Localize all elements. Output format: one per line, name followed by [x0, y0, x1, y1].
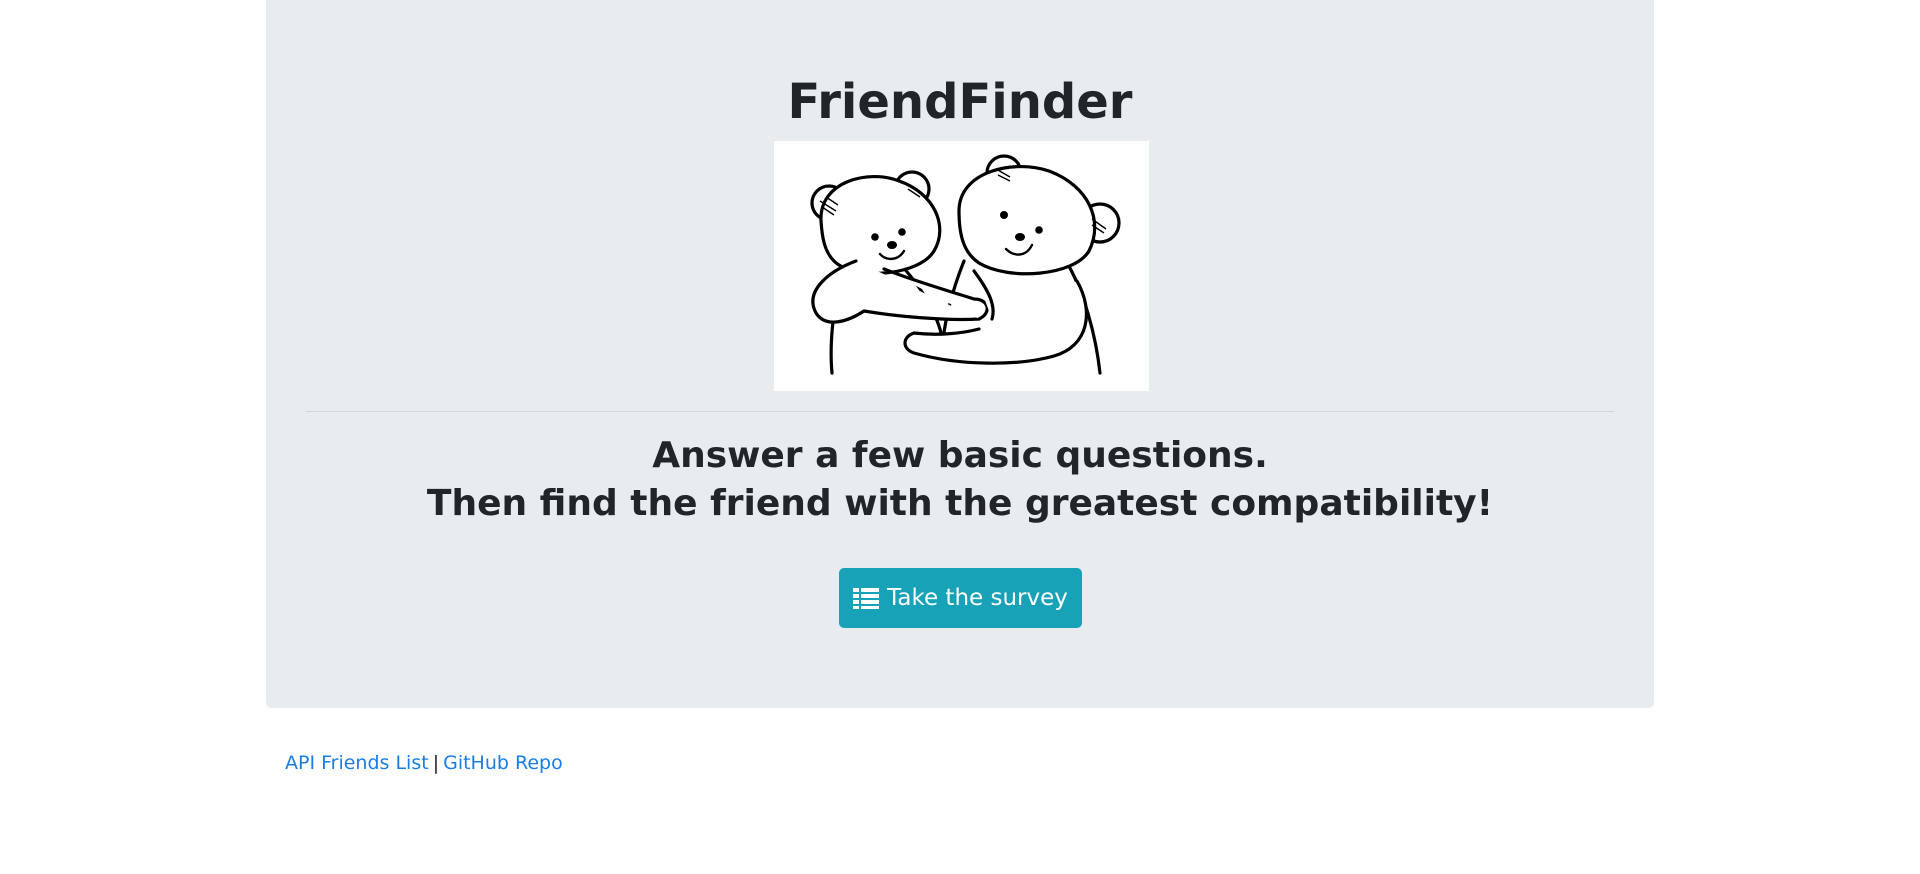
api-friends-list-link[interactable]: API Friends List — [285, 752, 429, 774]
footer-separator: | — [432, 752, 440, 774]
tagline-line-2: Then find the friend with the greatest c… — [426, 483, 1494, 524]
list-icon — [853, 587, 880, 609]
tagline-line-1: Answer a few basic questions. — [652, 435, 1268, 476]
divider — [306, 411, 1614, 412]
footer: API Friends List | GitHub Repo — [285, 750, 563, 776]
teddy-bears-drawing — [810, 154, 1121, 375]
github-repo-link[interactable]: GitHub Repo — [443, 752, 563, 774]
jumbotron: FriendFinder Answer a few basic question… — [266, 0, 1654, 708]
take-survey-label: Take the survey — [887, 585, 1068, 611]
page-title: FriendFinder — [787, 74, 1133, 130]
take-survey-button[interactable]: Take the survey — [839, 568, 1082, 628]
tagline: Answer a few basic questions. Then find … — [266, 432, 1654, 528]
teddy-bears-image — [774, 141, 1149, 391]
